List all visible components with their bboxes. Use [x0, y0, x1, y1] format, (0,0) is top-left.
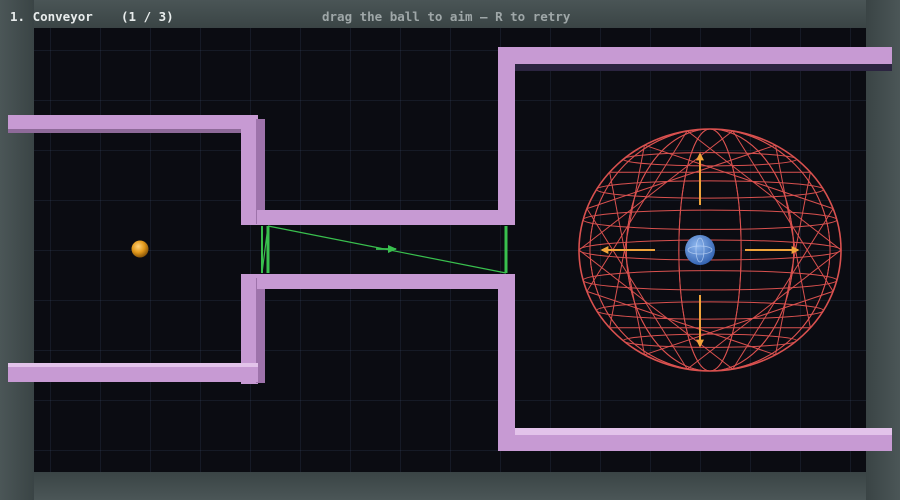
wall-left-lower-top: [8, 363, 258, 367]
wall-right-lower-post: [498, 274, 515, 451]
channel-bottom-wall: [257, 274, 507, 289]
mesh-ring: [582, 270, 838, 291]
hud-bar: 1. Conveyor (1 / 3) drag the ball to aim…: [0, 0, 900, 30]
game-viewport[interactable]: 1. Conveyor (1 / 3) drag the ball to aim…: [0, 0, 900, 500]
ball-icon[interactable]: [131, 240, 149, 258]
mesh-ring: [596, 301, 824, 320]
level-title: 1. Conveyor: [10, 9, 93, 24]
mesh-ring: [596, 180, 824, 199]
conveyor-zone: [261, 225, 508, 274]
wall-right-bottom: [498, 434, 892, 451]
wall-left-upper-post-side: [256, 119, 265, 224]
level-scene[interactable]: [0, 0, 900, 500]
wall-left-upper-post: [241, 115, 258, 225]
mesh-ring: [582, 209, 838, 230]
wall-right-bottom-top: [515, 428, 892, 435]
wall-left-upper-shade: [8, 129, 258, 133]
wall-right-upper-post: [498, 48, 515, 225]
wall-left-lower: [8, 366, 258, 382]
goal-core-icon: [685, 235, 715, 265]
wall-left-upper: [8, 115, 258, 129]
channel-top-wall: [257, 210, 507, 225]
mesh-ring: [622, 333, 798, 348]
mesh-edge: [732, 130, 834, 292]
wall-right-top: [498, 47, 892, 64]
mesh-ring: [622, 152, 798, 167]
instructions-text: drag the ball to aim — R to retry: [322, 9, 571, 24]
mesh-edge: [732, 208, 834, 370]
wall-right-top-shade: [515, 64, 892, 71]
level-progress: (1 / 3): [121, 9, 174, 24]
